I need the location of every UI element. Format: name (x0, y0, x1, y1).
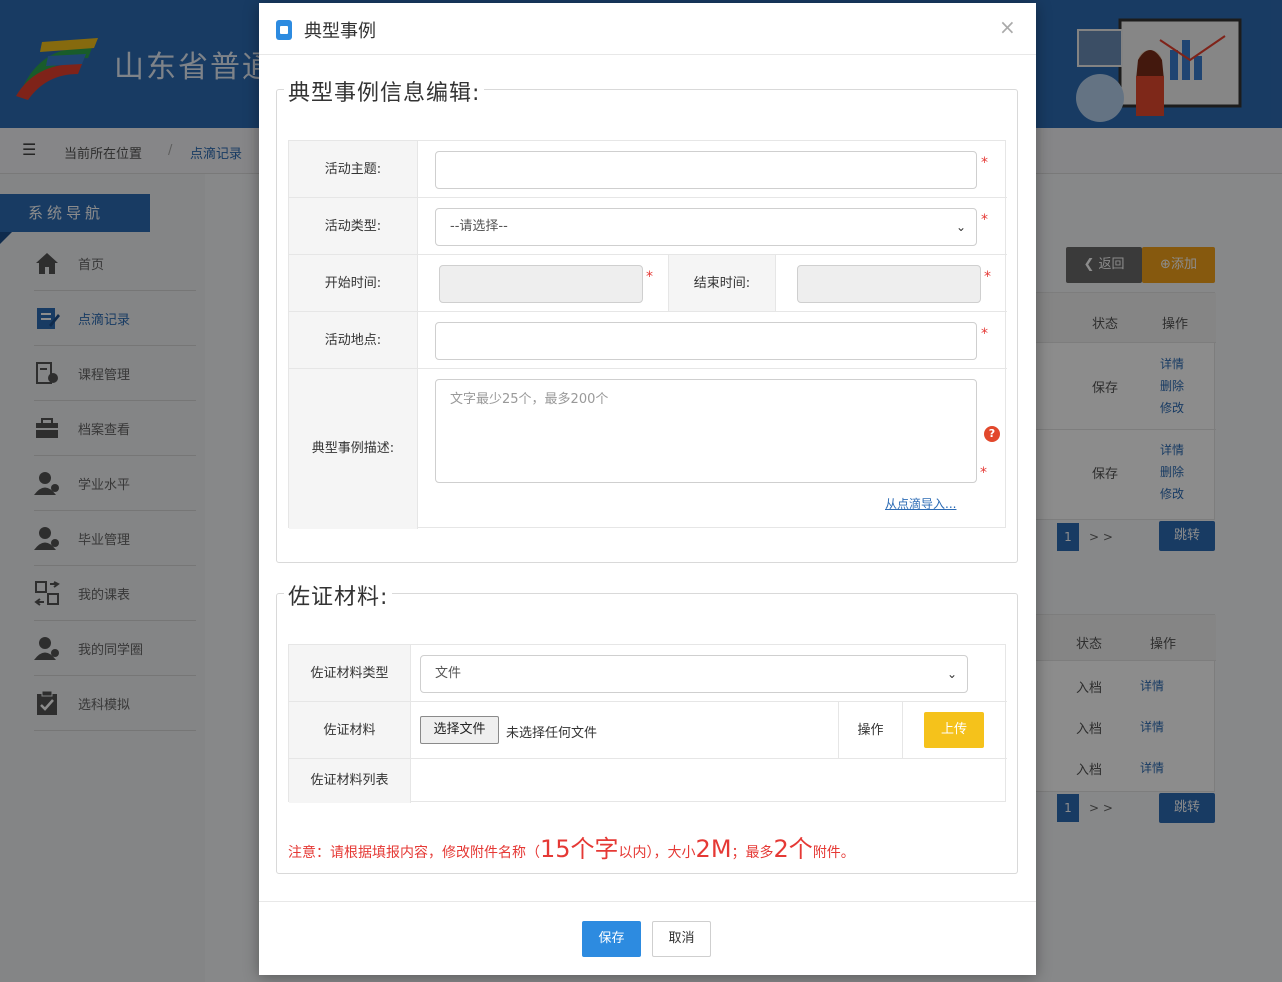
evidence-list (411, 759, 1007, 803)
evidence-type-select[interactable]: 文件 ⌄ (420, 655, 968, 693)
save-button[interactable]: 保存 (582, 921, 641, 957)
required-mark: * (646, 269, 653, 285)
note-text: 注意：请根据填报内容，修改附件名称（ (288, 845, 540, 861)
note-emphasis: 15个字 (540, 835, 619, 863)
description-label: 典型事例描述: (289, 369, 418, 529)
evidence-type-cell: 文件 ⌄ (411, 645, 1007, 702)
modal-footer-divider (259, 901, 1036, 902)
required-mark: * (981, 212, 988, 228)
topic-input[interactable] (435, 151, 977, 189)
chevron-down-icon: ⌄ (946, 667, 957, 681)
chevron-down-icon: ⌄ (955, 220, 966, 234)
choose-file-button[interactable]: 选择文件 (420, 716, 499, 744)
start-time-label: 开始时间: (289, 255, 418, 312)
type-label: 活动类型: (289, 198, 418, 255)
evidence-legend: 佐证材料: (284, 579, 393, 611)
operation-label: 操作 (839, 702, 903, 759)
start-time-input[interactable] (439, 265, 643, 303)
evidence-type-selected: 文件 (435, 666, 462, 681)
required-mark: * (980, 465, 987, 481)
note-text: 以内），大小 (618, 845, 696, 861)
import-from-records-link[interactable]: 从点滴导入... (885, 495, 956, 512)
description-cell: 文字最少25个，最多200个 ? * 从点滴导入... (418, 369, 1007, 529)
typical-case-modal: 典型事例 × 典型事例信息编辑: 活动主题: * 活动类型: --请选择-- ⌄… (259, 3, 1036, 975)
upload-cell: 上传 (903, 702, 1007, 759)
type-cell: --请选择-- ⌄ * (418, 198, 1007, 255)
description-textarea[interactable]: 文字最少25个，最多200个 (435, 379, 977, 483)
note-text: ；最多 (731, 845, 774, 861)
info-legend: 典型事例信息编辑: (284, 75, 485, 107)
upload-button[interactable]: 上传 (924, 712, 984, 748)
start-time-cell: * (418, 255, 669, 312)
activity-type-selected: --请选择-- (450, 219, 508, 234)
topic-cell: * (418, 141, 1007, 198)
evidence-material-label: 佐证材料 (289, 702, 411, 759)
cancel-button[interactable]: 取消 (652, 921, 711, 957)
place-cell: * (418, 312, 1007, 369)
evidence-type-label: 佐证材料类型 (289, 645, 411, 702)
help-icon[interactable]: ? (984, 426, 1000, 442)
upload-note: 注意：请根据填报内容，修改附件名称（15个字以内），大小2M；最多2个附件。 (288, 829, 855, 864)
evidence-form-table: 佐证材料类型 文件 ⌄ 佐证材料 选择文件 未选择任何文件 操作 上传 佐证材料… (288, 644, 1007, 803)
end-time-cell: * (776, 255, 1007, 312)
note-text: 附件。 (812, 845, 855, 861)
close-icon[interactable]: × (999, 15, 1016, 39)
evidence-file-cell: 选择文件 未选择任何文件 (411, 702, 839, 759)
activity-type-select[interactable]: --请选择-- ⌄ (435, 208, 977, 246)
modal-title: 典型事例 (304, 21, 376, 42)
note-emphasis: 2个 (773, 835, 813, 863)
evidence-list-label: 佐证材料列表 (289, 759, 411, 803)
info-form-table: 活动主题: * 活动类型: --请选择-- ⌄ * 开始时间: * 结束时间: … (288, 140, 1007, 529)
no-file-text: 未选择任何文件 (506, 726, 598, 741)
required-mark: * (981, 155, 988, 171)
required-mark: * (981, 326, 988, 342)
topic-label: 活动主题: (289, 141, 418, 198)
document-icon (276, 20, 292, 40)
note-emphasis: 2M (695, 835, 732, 863)
required-mark: * (984, 269, 991, 285)
end-time-input[interactable] (797, 265, 981, 303)
modal-header: 典型事例 × (259, 3, 1036, 55)
end-time-label: 结束时间: (669, 255, 776, 312)
place-label: 活动地点: (289, 312, 418, 369)
place-input[interactable] (435, 322, 977, 360)
